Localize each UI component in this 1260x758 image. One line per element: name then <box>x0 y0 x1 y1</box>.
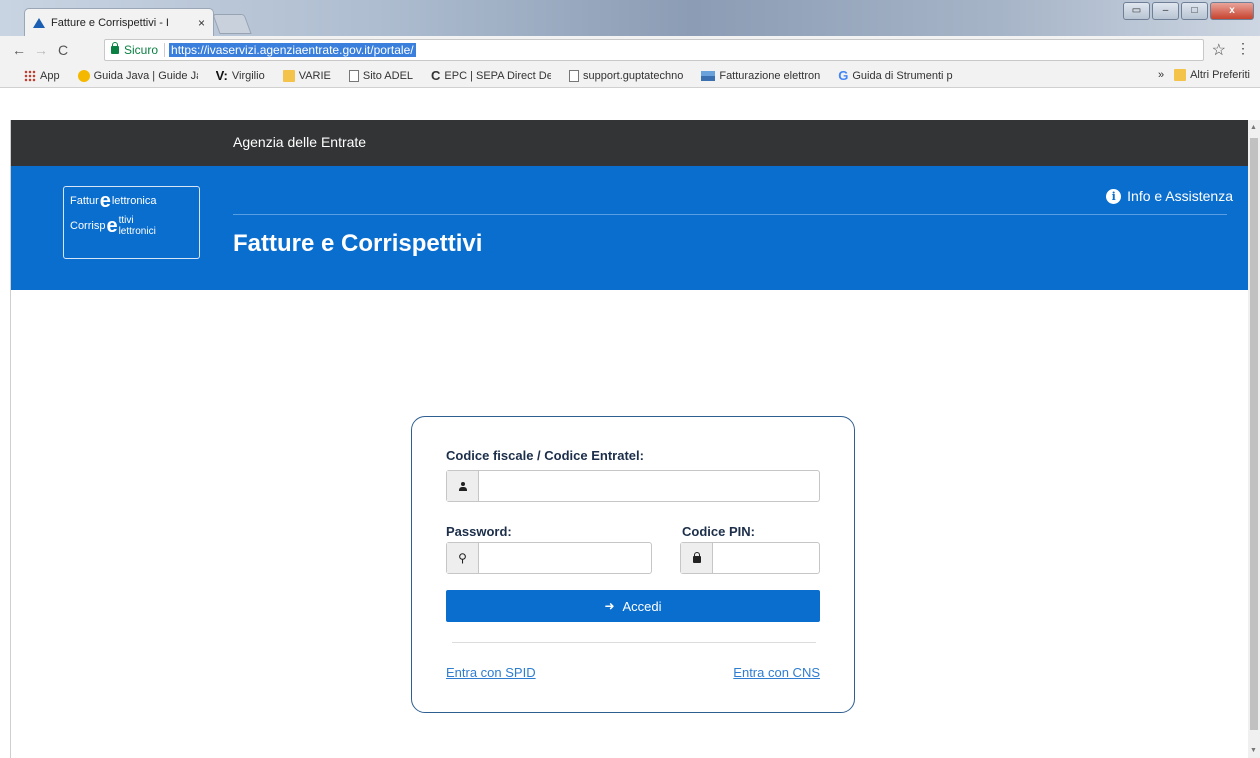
epc-icon: C <box>431 68 441 83</box>
fatture-logo[interactable]: Fattur e lettronica Corrisp e ttivi lettr… <box>63 186 200 259</box>
close-window-icon[interactable]: x <box>1210 2 1254 20</box>
window-controls: ▭ – □ x <box>1123 2 1254 20</box>
user-icon <box>458 481 467 491</box>
scroll-thumb[interactable] <box>1250 138 1258 730</box>
codice-fiscale-input[interactable] <box>479 471 819 501</box>
browser-menu-icon[interactable]: ⋮ <box>1236 40 1250 57</box>
bookmark-sito-adel[interactable]: Sito ADEL <box>348 69 413 82</box>
forward-arrow-icon[interactable]: → <box>30 42 52 58</box>
folder-icon <box>282 69 295 82</box>
page-scrollbar[interactable]: ▲ ▼ <box>1248 120 1260 758</box>
bookmark-virgilio[interactable]: V: Virgilio <box>216 68 265 83</box>
secure-label: Sicuro <box>124 43 159 57</box>
logo-line-fatture: Fattur e lettronica <box>70 190 157 212</box>
web-page: Agenzia delle Entrate Fattur e lettronic… <box>10 120 1248 758</box>
pin-label: Codice PIN: <box>682 524 755 539</box>
restore-icon[interactable]: ▭ <box>1123 2 1150 20</box>
password-group: ⚲ <box>446 542 652 574</box>
java-icon <box>77 69 90 82</box>
bookmark-app[interactable]: App <box>24 69 60 82</box>
key-icon: ⚲ <box>458 551 467 565</box>
back-arrow-icon[interactable]: ← <box>8 42 30 58</box>
sign-in-icon: ➜ <box>604 599 615 613</box>
key-addon: ⚲ <box>447 543 479 573</box>
header-divider <box>233 214 1227 215</box>
pin-input[interactable] <box>713 543 819 573</box>
browser-window: Fatture e Corrispettivi - I × ▭ – □ x ← … <box>0 0 1260 758</box>
info-icon: i <box>1106 188 1122 204</box>
tab-title: Fatture e Corrispettivi - I <box>51 16 169 29</box>
address-bar: ← → C Sicuro https://ivaservizi.agenziae… <box>0 36 1260 64</box>
page-icon <box>348 69 359 82</box>
agenzia-favicon-icon <box>33 17 45 29</box>
tab-close-icon[interactable]: × <box>198 16 205 30</box>
bookmark-fatturazione[interactable]: Fatturazione elettron <box>701 70 820 82</box>
bookmark-epc-sepa[interactable]: C EPC | SEPA Direct De <box>431 68 551 83</box>
page-header: Fattur e lettronica Corrisp e ttivi lettr… <box>11 166 1248 290</box>
omnibox-separator <box>164 43 166 57</box>
google-icon: G <box>838 68 849 83</box>
codice-fiscale-label: Codice fiscale / Codice Entratel: <box>446 448 644 463</box>
lock-icon <box>692 552 701 563</box>
info-assistance-link[interactable]: i Info e Assistenza <box>1106 188 1233 204</box>
title-bar: Fatture e Corrispettivi - I × ▭ – □ x <box>0 0 1260 36</box>
entra-spid-link[interactable]: Entra con SPID <box>446 665 536 680</box>
minimize-icon[interactable]: – <box>1152 2 1179 20</box>
pin-group <box>680 542 820 574</box>
logo-line-corrispettivi: Corrisp e ttivi lettronici <box>70 215 156 237</box>
agency-title[interactable]: Agenzia delle Entrate <box>233 134 366 150</box>
scroll-up-icon[interactable]: ▲ <box>1250 124 1257 131</box>
url-field[interactable]: Sicuro https://ivaservizi.agenziaentrate… <box>104 39 1204 61</box>
accedi-button[interactable]: ➜ Accedi <box>446 590 820 622</box>
url-text[interactable]: https://ivaservizi.agenziaentrate.gov.it… <box>169 43 416 57</box>
bookmarks-bar: App Guida Java | Guide Ja V: Virgilio VAR… <box>0 64 1260 88</box>
new-tab-button[interactable] <box>212 14 252 34</box>
flag-icon <box>701 70 716 81</box>
page-icon <box>569 69 580 82</box>
maximize-icon[interactable]: □ <box>1181 2 1208 20</box>
agency-top-bar: Agenzia delle Entrate <box>11 120 1248 166</box>
bookmark-support[interactable]: support.guptatechno <box>569 69 683 82</box>
bookmark-star-icon[interactable]: ☆ <box>1212 40 1226 60</box>
entra-cns-link[interactable]: Entra con CNS <box>733 665 820 680</box>
apps-icon <box>24 69 36 82</box>
password-label: Password: <box>446 524 512 539</box>
virgilio-icon: V: <box>215 68 228 83</box>
password-input[interactable] <box>479 543 651 573</box>
login-divider <box>452 642 816 643</box>
user-addon <box>447 471 479 501</box>
codice-fiscale-group <box>446 470 820 502</box>
login-card: Codice fiscale / Codice Entratel: Passwo… <box>411 416 855 713</box>
bookmark-altri-preferiti[interactable]: Altri Preferiti <box>1174 69 1250 81</box>
lock-addon <box>681 543 713 573</box>
bookmark-guida-java[interactable]: Guida Java | Guide Ja <box>77 69 198 82</box>
scroll-down-icon[interactable]: ▼ <box>1250 747 1257 754</box>
browser-tab[interactable]: Fatture e Corrispettivi - I × <box>24 8 214 36</box>
secure-lock-icon <box>111 42 119 54</box>
page-title: Fatture e Corrispettivi <box>233 230 483 257</box>
reload-icon[interactable]: C <box>52 42 74 58</box>
bookmark-varie[interactable]: VARIE <box>282 69 331 82</box>
bookmarks-overflow: » Altri Preferiti <box>1158 69 1250 81</box>
bookmark-guida-strumenti[interactable]: G Guida di Strumenti p <box>838 68 952 83</box>
bookmarks-more-icon[interactable]: » <box>1158 69 1164 81</box>
folder-icon <box>1174 69 1187 81</box>
